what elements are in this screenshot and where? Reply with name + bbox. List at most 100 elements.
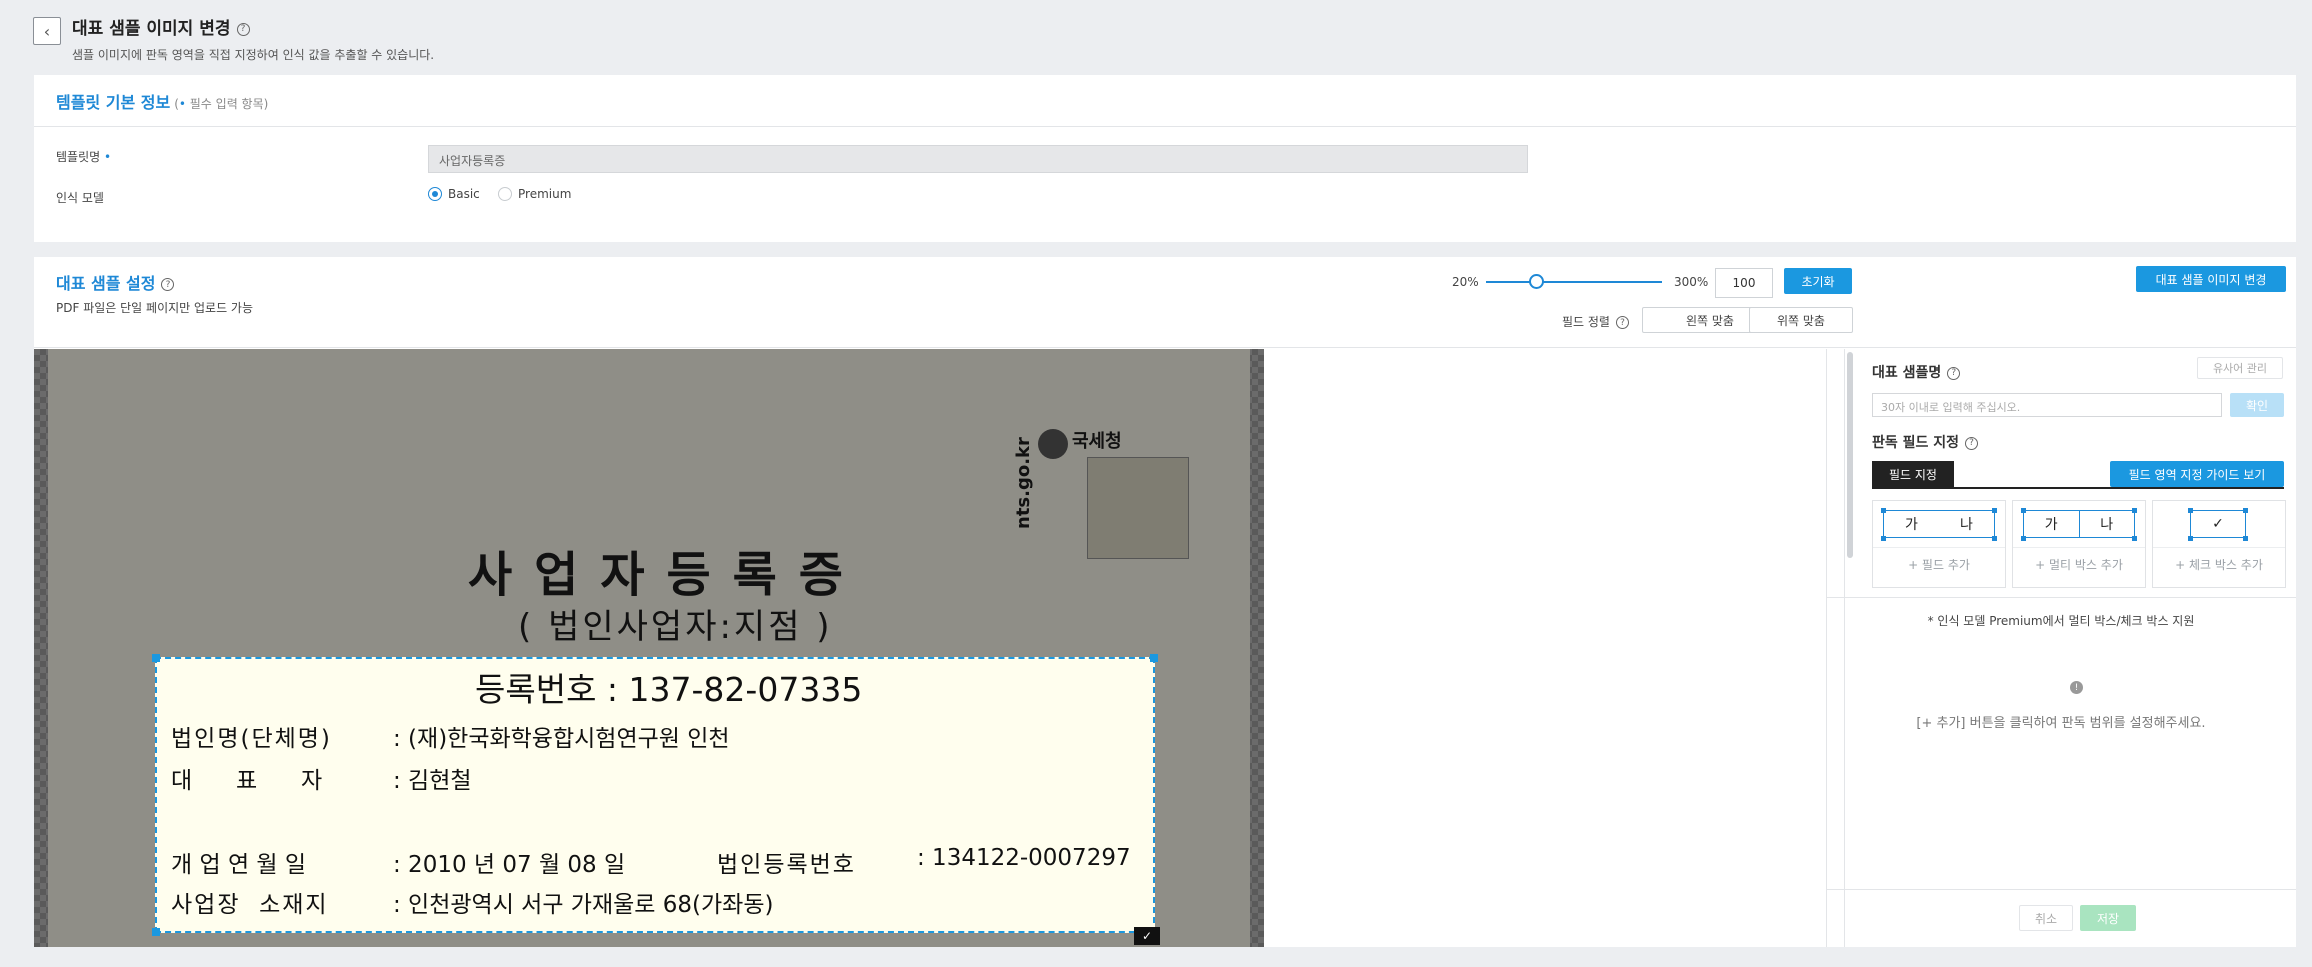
check-icon: ✓ <box>1141 929 1153 943</box>
page-title-text: 대표 샘플 이미지 변경 <box>72 19 231 39</box>
premium-note: * 인식 모델 Premium에서 멀티 박스/체크 박스 지원 <box>1927 614 2195 628</box>
change-image-button[interactable]: 대표 샘플 이미지 변경 <box>2136 266 2286 292</box>
open-date-label: 개 업 연 월 일 <box>171 852 307 878</box>
sample-settings-title: 대표 샘플 설정? <box>56 270 175 294</box>
model-option-label: Premium <box>518 187 572 201</box>
divider <box>1873 547 2005 548</box>
save-button[interactable]: 저장 <box>2080 905 2136 931</box>
tab-field-assign[interactable]: 필드 지정 <box>1872 461 1954 487</box>
info-icon: ! <box>2070 681 2083 694</box>
chevron-left-icon: ‹ <box>43 21 51 41</box>
corner-handle <box>1992 508 1997 513</box>
box-cell: 가 <box>2044 517 2058 533</box>
help-icon[interactable]: ? <box>1965 436 1979 450</box>
corner-handle <box>1992 536 1997 541</box>
resize-handle[interactable] <box>152 654 160 662</box>
corner-handle <box>2132 536 2137 541</box>
corner-handle <box>2132 508 2137 513</box>
zoom-min-label: 20% <box>1452 275 1479 289</box>
radio-unselected-icon <box>498 187 512 201</box>
required-mark: • <box>104 150 112 164</box>
synonym-manage-button[interactable]: 유사어 관리 <box>2197 357 2283 379</box>
address-label: 사업장 소재지 <box>171 892 329 918</box>
template-info-title-text: 템플릿 기본 정보 <box>56 93 171 112</box>
corner-handle <box>2188 536 2193 541</box>
add-multibox-button[interactable]: + 멀티 박스 추가 <box>2013 556 2145 573</box>
divider <box>1826 889 2296 890</box>
multibox-tile[interactable]: 가 나 + 멀티 박스 추가 <box>2012 500 2146 588</box>
registration-number: 등록번호 : 137-82-07335 <box>475 670 863 709</box>
sample-name-input[interactable]: 30자 이내로 입력해 주십시오. <box>1872 393 2222 417</box>
divider <box>1844 349 1845 947</box>
help-icon[interactable]: ? <box>1947 366 1961 380</box>
corp-name-label: 법인명(단체명) <box>171 726 332 752</box>
confirm-button[interactable]: 확인 <box>2230 393 2284 417</box>
agency-name: 국세청 <box>1072 431 1122 452</box>
help-icon[interactable]: ? <box>161 278 175 291</box>
divider <box>1826 597 2296 598</box>
template-name-label: 템플릿명 • <box>56 148 111 165</box>
model-option-label: Basic <box>448 187 480 201</box>
sample-settings-card: 대표 샘플 설정? PDF 파일은 단일 페이지만 업로드 가능 20% 300… <box>34 257 2296 947</box>
corner-handle <box>1881 536 1886 541</box>
page-description: 샘플 이미지에 판독 영역을 직접 지정하여 인식 값을 추출할 수 있습니다. <box>72 48 435 62</box>
corp-name-value: : (재)한국화학융합시험연구원 인천 <box>393 726 730 752</box>
template-info-title: 템플릿 기본 정보 (• 필수 입력 항목) <box>56 89 268 113</box>
checkbox-tile[interactable]: ✓ + 체크 박스 추가 <box>2152 500 2286 588</box>
page-title: 대표 샘플 이미지 변경? <box>72 17 250 41</box>
zoom-slider-track[interactable] <box>1486 281 1662 283</box>
divider <box>2013 547 2145 548</box>
corner-handle <box>2021 536 2026 541</box>
zoom-slider-thumb[interactable] <box>1529 274 1545 289</box>
representative-value: : 김현철 <box>393 768 472 794</box>
box-cell: 가 <box>1905 517 1918 533</box>
corner-handle <box>2021 508 2026 513</box>
back-button[interactable]: ‹ <box>33 17 61 45</box>
vertical-scrollbar[interactable] <box>1847 352 1853 558</box>
tab-underline <box>1872 487 2284 489</box>
sample-name-title: 대표 샘플명? <box>1872 362 1961 382</box>
divider <box>34 347 2296 348</box>
corner-handle <box>2243 508 2248 513</box>
document-subtitle: ( 법인사업자:지점 ) <box>518 607 833 647</box>
zoom-max-label: 300% <box>1674 275 1709 289</box>
cancel-button[interactable]: 취소 <box>2019 905 2073 931</box>
corner-handle <box>1881 508 1886 513</box>
sample-image-viewer[interactable]: 국세청 nts.go.kr 사업자등록증 ( 법인사업자:지점 ) 등록번호 :… <box>34 349 1264 947</box>
corp-reg-label: 법인등록번호 <box>717 852 856 878</box>
add-checkbox-button[interactable]: + 체크 박스 추가 <box>2153 556 2285 573</box>
confirm-selection-button[interactable]: ✓ <box>1134 927 1160 945</box>
field-guide-button[interactable]: 필드 영역 지정 가이드 보기 <box>2110 461 2284 487</box>
radio-selected-icon <box>428 187 442 201</box>
required-note-text: 필수 입력 항목) <box>185 97 269 111</box>
corner-handle <box>2243 536 2248 541</box>
help-icon[interactable]: ? <box>1615 316 1629 329</box>
sample-settings-title-text: 대표 샘플 설정 <box>56 274 156 293</box>
model-radio-premium[interactable]: Premium <box>498 187 571 201</box>
align-top-button[interactable]: 위쪽 맞춤 <box>1749 307 1853 333</box>
model-radio-basic[interactable]: Basic <box>428 187 480 201</box>
address-value: : 인천광역시 서구 가재울로 68(가좌동) <box>393 892 774 918</box>
zoom-input[interactable]: 100 <box>1715 268 1773 298</box>
box-cell: 나 <box>2078 511 2135 537</box>
check-icon: ✓ <box>2212 516 2224 532</box>
help-icon[interactable]: ? <box>236 22 250 36</box>
field-selection-box[interactable]: 등록번호 : 137-82-07335 법인명(단체명) : (재)한국화학융합… <box>152 654 1158 936</box>
resize-handle[interactable] <box>1150 654 1158 662</box>
multibox-preview: 가 나 <box>2023 510 2135 538</box>
add-field-button[interactable]: + 필드 추가 <box>1873 556 2005 573</box>
divider <box>1826 349 1827 947</box>
field-align-label-text: 필드 정렬 <box>1562 315 1610 329</box>
field-align-label: 필드 정렬? <box>1562 313 1629 330</box>
corp-reg-value: : 134122-0007297 <box>917 845 1131 871</box>
template-name-input[interactable]: 사업자등록증 <box>428 145 1528 173</box>
divider <box>34 126 2296 127</box>
resize-handle[interactable] <box>152 928 160 936</box>
corner-handle <box>2188 508 2193 513</box>
model-label: 인식 모델 <box>56 191 104 205</box>
reset-button[interactable]: 초기화 <box>1784 268 1852 294</box>
sample-name-title-text: 대표 샘플명 <box>1872 365 1942 381</box>
official-seal <box>1087 457 1189 559</box>
field-tile[interactable]: 가 나 + 필드 추가 <box>1872 500 2006 588</box>
field-assign-title-text: 판독 필드 지정 <box>1872 435 1960 451</box>
